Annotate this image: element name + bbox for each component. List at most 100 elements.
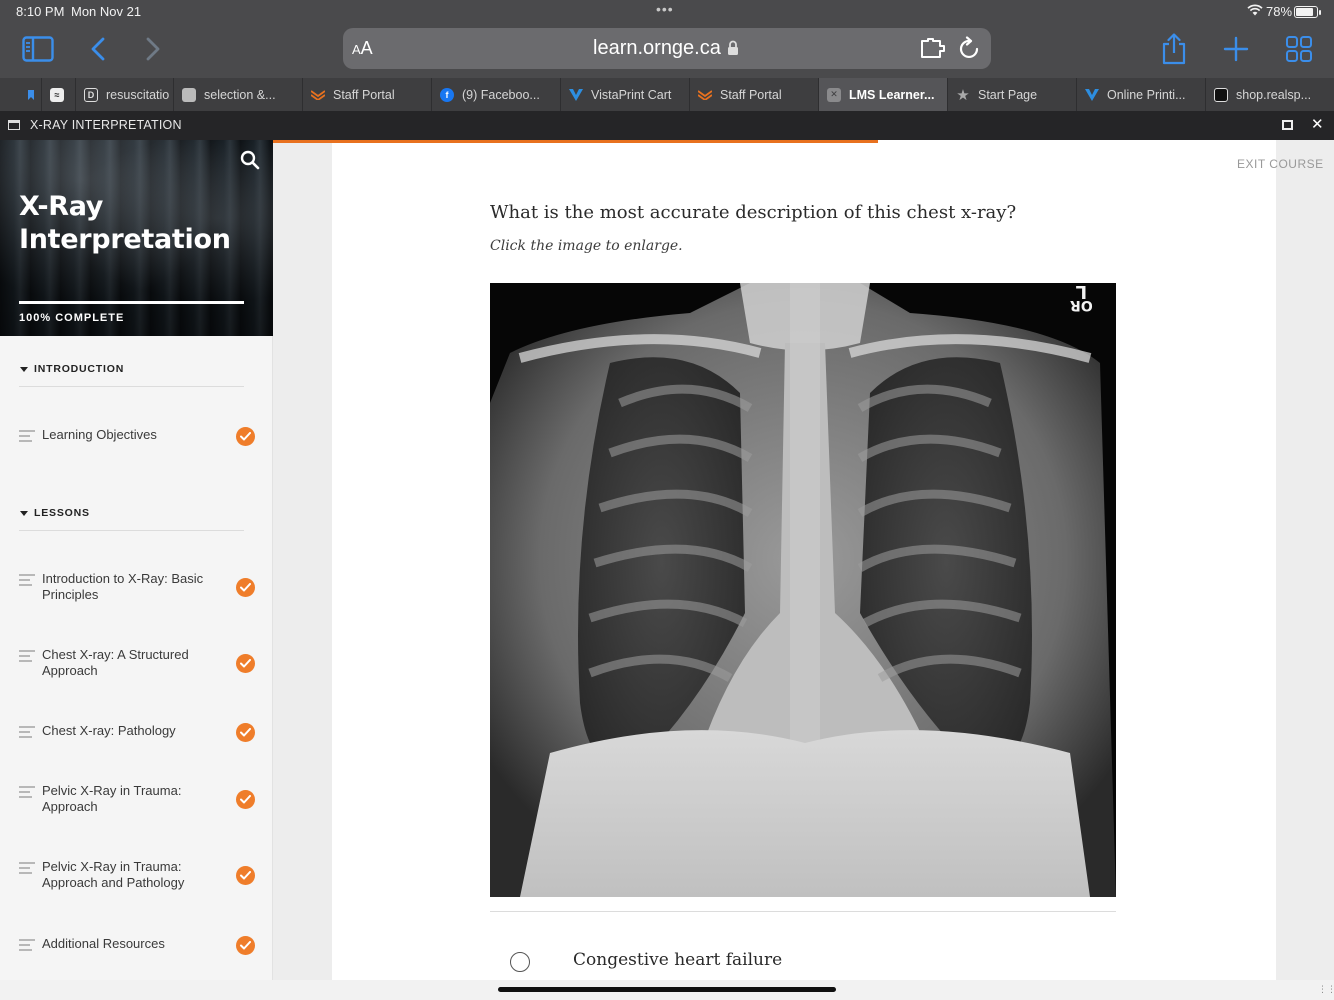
tab-vistaprint[interactable]: VistaPrint Cart: [561, 78, 690, 111]
lesson-text-icon: [19, 726, 35, 741]
lesson-text-icon: [19, 786, 35, 801]
lesson-title: Introduction to X-Ray: Basic Principles: [42, 571, 204, 602]
tab-bookmark[interactable]: [0, 78, 42, 111]
course-progress-bar: [19, 301, 244, 304]
tab-label: Staff Portal: [333, 87, 395, 102]
status-time: 8:10 PM: [16, 4, 65, 19]
reload-icon[interactable]: [959, 36, 981, 65]
restore-window-icon[interactable]: [1282, 120, 1293, 130]
tab-app[interactable]: ≈: [42, 78, 76, 111]
lesson-title: Pelvic X-Ray in Trauma: Approach and Pat…: [42, 859, 185, 890]
question-text: What is the most accurate description of…: [490, 202, 1017, 223]
url-text: learn.ornge.ca: [593, 37, 721, 59]
tab-overview-icon[interactable]: [1282, 32, 1316, 66]
battery-icon: [1294, 6, 1321, 18]
check-icon: [236, 866, 255, 885]
close-tab-icon[interactable]: ✕: [827, 87, 841, 102]
app-icon: ≈: [50, 87, 64, 102]
tab-facebook[interactable]: f (9) Faceboo...: [432, 78, 561, 111]
tab-label: (9) Faceboo...: [462, 87, 540, 102]
course-progress-label: 100% COMPLETE: [19, 312, 125, 324]
tab-label: Start Page: [978, 87, 1038, 102]
tab-bar: ≈ D resuscitatio selection &... Staff Po…: [0, 78, 1334, 111]
window-icon: [8, 120, 20, 130]
vistaprint-icon: [1085, 88, 1099, 102]
tab-lms-learner[interactable]: ✕ LMS Learner...: [819, 78, 948, 111]
course-bar-title: X-RAY INTERPRETATION: [30, 118, 182, 132]
lesson-content: What is the most accurate description of…: [273, 140, 1334, 1000]
enlarge-hint: Click the image to enlarge.: [490, 238, 683, 254]
tab-label: Online Printi...: [1107, 87, 1186, 102]
battery-percent: 78%: [1266, 4, 1293, 19]
tab-label: resuscitatio: [106, 87, 170, 102]
d-square-icon: D: [84, 87, 98, 102]
multitasking-dots[interactable]: •••: [656, 1, 674, 17]
course-title: X-Ray Interpretation: [19, 191, 231, 255]
lesson-text-icon: [19, 430, 35, 445]
share-icon[interactable]: [1157, 32, 1191, 66]
lesson-text-icon: [19, 939, 35, 954]
xray-picture: [490, 283, 1116, 897]
check-icon: [236, 427, 255, 446]
lesson-title: Learning Objectives: [42, 427, 157, 442]
text-size-button[interactable]: AA: [352, 38, 373, 59]
section-heading: INTRODUCTION: [34, 363, 125, 375]
ornge-logo-icon: [311, 88, 325, 102]
facebook-icon: f: [440, 87, 454, 102]
search-icon[interactable]: [240, 150, 260, 175]
tab-start-page[interactable]: ★ Start Page: [948, 78, 1077, 111]
answer-label: Congestive heart failure: [573, 950, 783, 970]
course-sidebar: X-Ray Interpretation 100% COMPLETE INTRO…: [0, 140, 273, 1000]
tab-label: shop.realsp...: [1236, 87, 1312, 102]
new-tab-icon[interactable]: [1219, 32, 1253, 66]
lock-icon: [727, 40, 739, 61]
tab-label: selection &...: [204, 87, 276, 102]
lesson-text-icon: [19, 650, 35, 665]
tab-staff-portal[interactable]: Staff Portal: [303, 78, 432, 111]
browser-chrome: 8:10 PM Mon Nov 21 ••• 78% AA learn.orng…: [0, 0, 1334, 78]
check-icon: [236, 654, 255, 673]
tab-staff-portal-2[interactable]: Staff Portal: [690, 78, 819, 111]
back-icon[interactable]: [81, 32, 115, 66]
section-introduction[interactable]: INTRODUCTION: [19, 357, 244, 387]
section-heading: LESSONS: [34, 507, 90, 519]
tab-shop-realsp[interactable]: shop.realsp...: [1206, 78, 1334, 111]
section-lessons[interactable]: LESSONS: [19, 501, 244, 531]
tab-label: LMS Learner...: [849, 87, 935, 102]
sidebar-toggle-icon[interactable]: [21, 32, 55, 66]
site-icon: [1214, 87, 1228, 102]
tab-resuscitation[interactable]: D resuscitatio: [76, 78, 174, 111]
extensions-icon[interactable]: [920, 37, 946, 64]
tab-online-printing[interactable]: Online Printi...: [1077, 78, 1206, 111]
wifi-icon: [1247, 4, 1263, 19]
question-card: What is the most accurate description of…: [332, 140, 1276, 1000]
course-title-bar: X-RAY INTERPRETATION ✕: [0, 111, 1334, 140]
resize-grip-icon[interactable]: ⋮⋮: [1318, 984, 1334, 995]
close-window-icon[interactable]: ✕: [1311, 115, 1324, 133]
chest-xray-image[interactable]: OR L: [490, 283, 1116, 897]
lesson-progress-bar: [273, 140, 878, 143]
forward-icon[interactable]: [136, 32, 170, 66]
address-bar[interactable]: AA learn.ornge.ca: [343, 28, 991, 69]
lesson-text-icon: [19, 574, 35, 589]
home-indicator[interactable]: [498, 987, 836, 992]
bookmark-icon: [24, 88, 38, 102]
lesson-title: Pelvic X-Ray in Trauma: Approach: [42, 783, 182, 814]
answer-option[interactable]: Congestive heart failure: [510, 950, 1110, 976]
exit-course-link[interactable]: EXIT COURSE: [1237, 157, 1324, 171]
caret-down-icon: [20, 511, 28, 516]
radio-button[interactable]: [510, 952, 530, 972]
course-header: X-Ray Interpretation 100% COMPLETE: [0, 140, 273, 336]
check-icon: [236, 578, 255, 597]
vistaprint-icon: [569, 88, 583, 102]
caret-down-icon: [20, 367, 28, 372]
status-bar: 8:10 PM Mon Nov 21 ••• 78%: [0, 0, 1334, 24]
tab-selection[interactable]: selection &...: [174, 78, 303, 111]
course-progress-fill: [19, 301, 244, 304]
ornge-logo-icon: [698, 88, 712, 102]
lesson-title: Chest X-ray: Pathology: [42, 723, 176, 738]
image-side-marker: OR L: [1070, 283, 1093, 313]
check-icon: [236, 723, 255, 742]
check-icon: [236, 936, 255, 955]
lesson-title: Additional Resources: [42, 936, 165, 951]
